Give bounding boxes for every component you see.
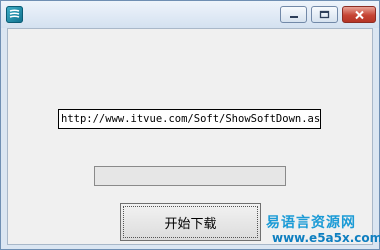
maximize-icon	[319, 10, 330, 19]
minimize-icon	[289, 15, 298, 18]
app-icon[interactable]	[6, 6, 23, 23]
minimize-button[interactable]	[280, 6, 307, 23]
start-download-label: 开始下载	[164, 215, 217, 231]
title-bar[interactable]	[1, 1, 379, 28]
download-progress-bar	[94, 166, 286, 186]
site-watermark: 易语言资源网 www.e5a5x.com	[262, 212, 380, 248]
maximize-button[interactable]	[311, 6, 338, 23]
close-button[interactable]	[342, 6, 376, 23]
start-download-button[interactable]: 开始下载	[120, 203, 261, 241]
close-icon	[354, 10, 364, 19]
watermark-url: www.e5a5x.com	[272, 231, 380, 245]
url-input[interactable]: http://www.itvue.com/Soft/ShowSoftDown.a…	[58, 109, 321, 129]
watermark-title: 易语言资源网	[266, 215, 356, 231]
